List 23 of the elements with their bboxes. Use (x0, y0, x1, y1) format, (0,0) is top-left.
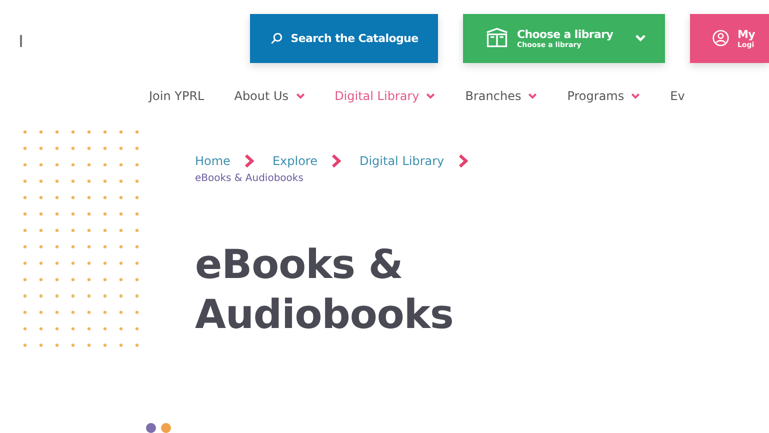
chevron-down-icon (296, 93, 305, 99)
chevron-down-icon (426, 93, 436, 99)
chevron-down-icon (528, 93, 538, 99)
page-title: eBooks & Audiobooks (195, 241, 454, 340)
nav-link[interactable]: Digital Library (334, 89, 436, 103)
breadcrumb-link[interactable]: Home (195, 154, 230, 168)
nav-link[interactable]: Join YPRL (149, 89, 204, 103)
chevron-right-icon (458, 154, 468, 168)
nav-link[interactable]: Branches (465, 89, 538, 103)
user-icon (712, 27, 730, 49)
nav-link[interactable]: Ev (670, 89, 685, 103)
chevron-right-icon (244, 154, 254, 168)
breadcrumb-link[interactable]: Digital Library (359, 154, 444, 168)
chevron-down-icon (631, 93, 640, 99)
breadcrumb-current: eBooks & Audiobooks (195, 173, 304, 184)
breadcrumb-link[interactable]: Explore (272, 154, 318, 168)
search-icon (270, 32, 283, 44)
book-icon (485, 27, 509, 49)
search-button[interactable]: Search the Catalogue (250, 14, 438, 62)
chevron-right-icon (331, 154, 342, 168)
nav-link[interactable]: Programs (567, 89, 640, 103)
chevron-down-icon (635, 34, 646, 42)
nav-link[interactable]: About Us (234, 89, 305, 103)
